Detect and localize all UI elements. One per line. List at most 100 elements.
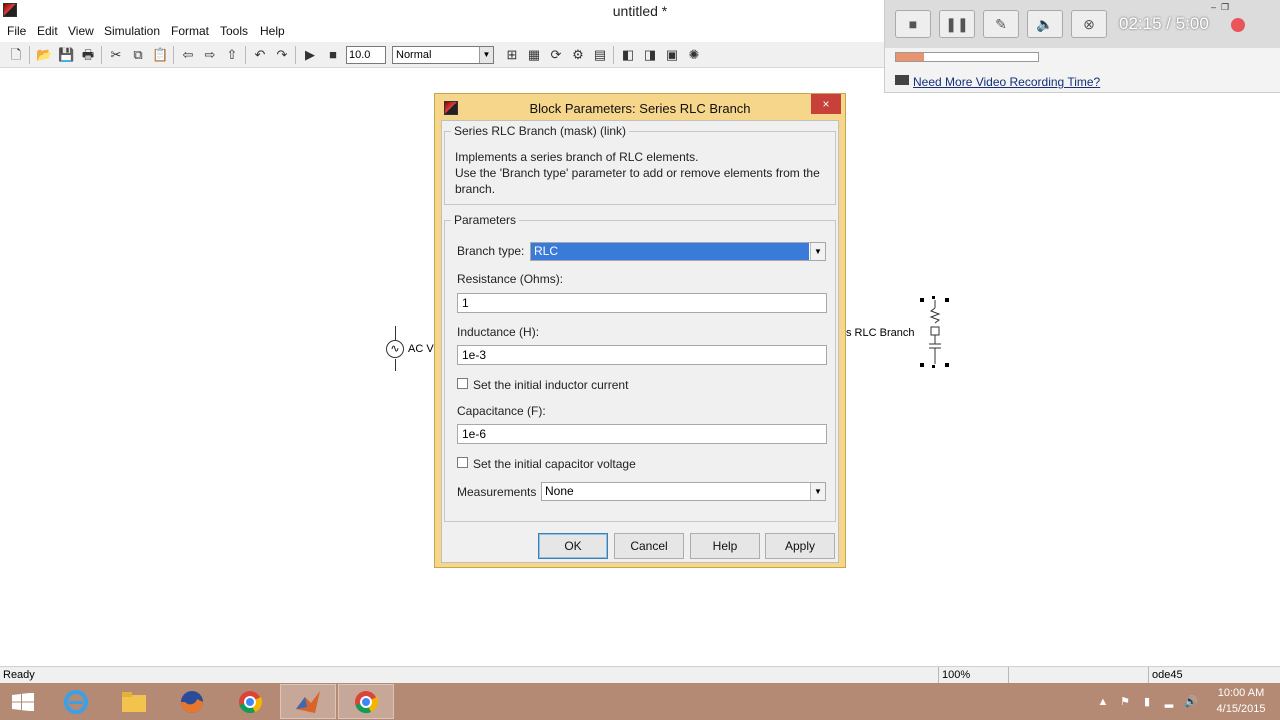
up-arrow-icon[interactable]: ⇧ xyxy=(224,47,240,63)
stop-simulation-icon[interactable]: ■ xyxy=(325,47,341,63)
firefox-icon xyxy=(181,691,203,713)
network-icon[interactable]: ▂ xyxy=(1162,695,1176,709)
menu-help[interactable]: Help xyxy=(260,24,285,38)
ac-voltage-source-block[interactable]: ∿ xyxy=(386,340,404,358)
library-browser-icon[interactable]: ▦ xyxy=(526,47,542,63)
initial-capacitor-voltage-checkbox[interactable] xyxy=(457,457,468,468)
video-camera-icon xyxy=(895,75,909,85)
debugger-icon[interactable]: ◨ xyxy=(642,47,658,63)
speaker-icon[interactable]: 🔈 xyxy=(1027,10,1063,38)
help-button[interactable]: Help xyxy=(690,533,760,559)
initial-inductor-current-label[interactable]: Set the initial inductor current xyxy=(473,378,628,392)
menu-tools[interactable]: Tools xyxy=(220,24,248,38)
forward-arrow-icon[interactable]: ⇨ xyxy=(202,47,218,63)
resistance-input[interactable]: 1 xyxy=(457,293,827,313)
capacitance-input[interactable]: 1e-6 xyxy=(457,424,827,444)
taskbar-chrome-window[interactable] xyxy=(338,684,394,719)
apply-button[interactable]: Apply xyxy=(765,533,835,559)
dialog-titlebar[interactable]: Block Parameters: Series RLC Branch × xyxy=(435,94,845,120)
measurements-select[interactable]: None ▼ xyxy=(541,482,826,501)
selection-handle[interactable] xyxy=(920,363,924,367)
internet-explorer-icon xyxy=(64,690,88,714)
open-folder-icon[interactable]: 📂 xyxy=(36,47,52,63)
inductance-input[interactable]: 1e-3 xyxy=(457,345,827,365)
copy-icon[interactable]: ⧉ xyxy=(130,47,146,63)
ac-terminal-top xyxy=(395,326,396,340)
port-handle[interactable] xyxy=(932,296,935,299)
branch-type-label: Branch type: xyxy=(457,244,525,258)
paste-icon[interactable]: 📋 xyxy=(152,47,168,63)
chrome-icon xyxy=(239,691,263,714)
toolbar-separator xyxy=(295,46,296,64)
taskbar: ▲ ⚑ ▮ ▂ 🔊 10:00 AM 4/15/2015 xyxy=(0,683,1280,720)
clock-time[interactable]: 10:00 AM xyxy=(1212,687,1270,699)
stop-record-icon[interactable]: ■ xyxy=(895,10,931,38)
debug-icon[interactable]: ▤ xyxy=(592,47,608,63)
run-simulation-icon[interactable]: ▶ xyxy=(302,47,318,63)
cancel-record-icon[interactable]: ⊗ xyxy=(1071,10,1107,38)
simulation-mode-select[interactable]: Normal ▼ xyxy=(392,46,494,64)
more-recording-time-link[interactable]: Need More Video Recording Time? xyxy=(913,75,1100,89)
menu-format[interactable]: Format xyxy=(171,24,209,38)
minimize-icon[interactable]: – xyxy=(1211,2,1216,12)
undo-icon[interactable]: ↶ xyxy=(252,47,268,63)
volume-icon[interactable]: 🔊 xyxy=(1184,695,1198,709)
toolbar-separator xyxy=(101,46,102,64)
build-icon[interactable]: ⚙ xyxy=(570,47,586,63)
capacitance-label: Capacitance (F): xyxy=(457,404,546,418)
ok-button[interactable]: OK xyxy=(538,533,608,559)
cancel-button[interactable]: Cancel xyxy=(614,533,684,559)
description-group: Series RLC Branch (mask) (link) Implemen… xyxy=(444,124,836,205)
pause-icon[interactable]: ❚❚ xyxy=(939,10,975,38)
block-parameters-dialog: Block Parameters: Series RLC Branch × Se… xyxy=(434,93,846,568)
close-button[interactable]: × xyxy=(811,94,841,114)
back-arrow-icon[interactable]: ⇦ xyxy=(180,47,196,63)
selection-handle[interactable] xyxy=(945,363,949,367)
menu-edit[interactable]: Edit xyxy=(37,24,58,38)
advisor-icon[interactable]: ✺ xyxy=(686,47,702,63)
cut-icon[interactable]: ✂ xyxy=(108,47,124,63)
pen-icon[interactable]: ✎ xyxy=(983,10,1019,38)
taskbar-firefox[interactable] xyxy=(164,684,220,719)
print-icon[interactable]: 🖶 xyxy=(80,47,96,63)
recorder-controls: ■ ❚❚ ✎ 🔈 ⊗ 02:15 / 5:00 – ❐ xyxy=(885,0,1280,48)
selection-handle[interactable] xyxy=(920,298,924,302)
initial-inductor-current-checkbox[interactable] xyxy=(457,378,468,389)
new-file-icon[interactable]: 🗋 xyxy=(8,47,24,63)
taskbar-file-explorer[interactable] xyxy=(106,684,162,719)
chrome-icon xyxy=(355,691,379,714)
start-button[interactable] xyxy=(0,683,48,720)
menu-simulation[interactable]: Simulation xyxy=(104,24,160,38)
measurements-label: Measurements xyxy=(457,485,537,499)
taskbar-chrome[interactable] xyxy=(222,684,278,719)
menu-view[interactable]: View xyxy=(68,24,94,38)
recording-progress-fill xyxy=(896,53,925,61)
screen-recorder-panel: ■ ❚❚ ✎ 🔈 ⊗ 02:15 / 5:00 – ❐ Need More Vi… xyxy=(884,0,1280,93)
stop-time-input[interactable] xyxy=(346,46,386,64)
battery-icon[interactable]: ▮ xyxy=(1140,695,1154,709)
status-text: Ready xyxy=(3,669,35,681)
selection-handle[interactable] xyxy=(945,298,949,302)
profiler-icon[interactable]: ▣ xyxy=(664,47,680,63)
taskbar-matlab[interactable] xyxy=(280,684,336,719)
toolbar-separator xyxy=(245,46,246,64)
restore-icon[interactable]: ❐ xyxy=(1221,2,1229,13)
branch-type-select[interactable]: RLC ▼ xyxy=(530,242,826,261)
series-rlc-branch-block[interactable] xyxy=(920,296,949,368)
taskbar-internet-explorer[interactable] xyxy=(48,684,104,719)
model-browser-icon[interactable]: ⊞ xyxy=(504,47,520,63)
chevron-down-icon: ▼ xyxy=(479,47,493,63)
model-explorer-icon[interactable]: ◧ xyxy=(620,47,636,63)
port-handle[interactable] xyxy=(932,365,935,368)
redo-icon[interactable]: ↷ xyxy=(274,47,290,63)
parameters-group: Parameters Branch type: RLC ▼ Resistance… xyxy=(444,213,836,522)
clock-date[interactable]: 4/15/2015 xyxy=(1212,703,1270,715)
action-center-icon[interactable]: ⚑ xyxy=(1118,695,1132,709)
toolbar-separator xyxy=(613,46,614,64)
update-diagram-icon[interactable]: ⟳ xyxy=(548,47,564,63)
save-icon[interactable]: 💾 xyxy=(58,47,74,63)
initial-capacitor-voltage-label[interactable]: Set the initial capacitor voltage xyxy=(473,457,636,471)
show-hidden-icons-icon[interactable]: ▲ xyxy=(1096,695,1110,709)
menu-file[interactable]: File xyxy=(7,24,26,38)
recording-indicator-icon xyxy=(1231,18,1245,32)
